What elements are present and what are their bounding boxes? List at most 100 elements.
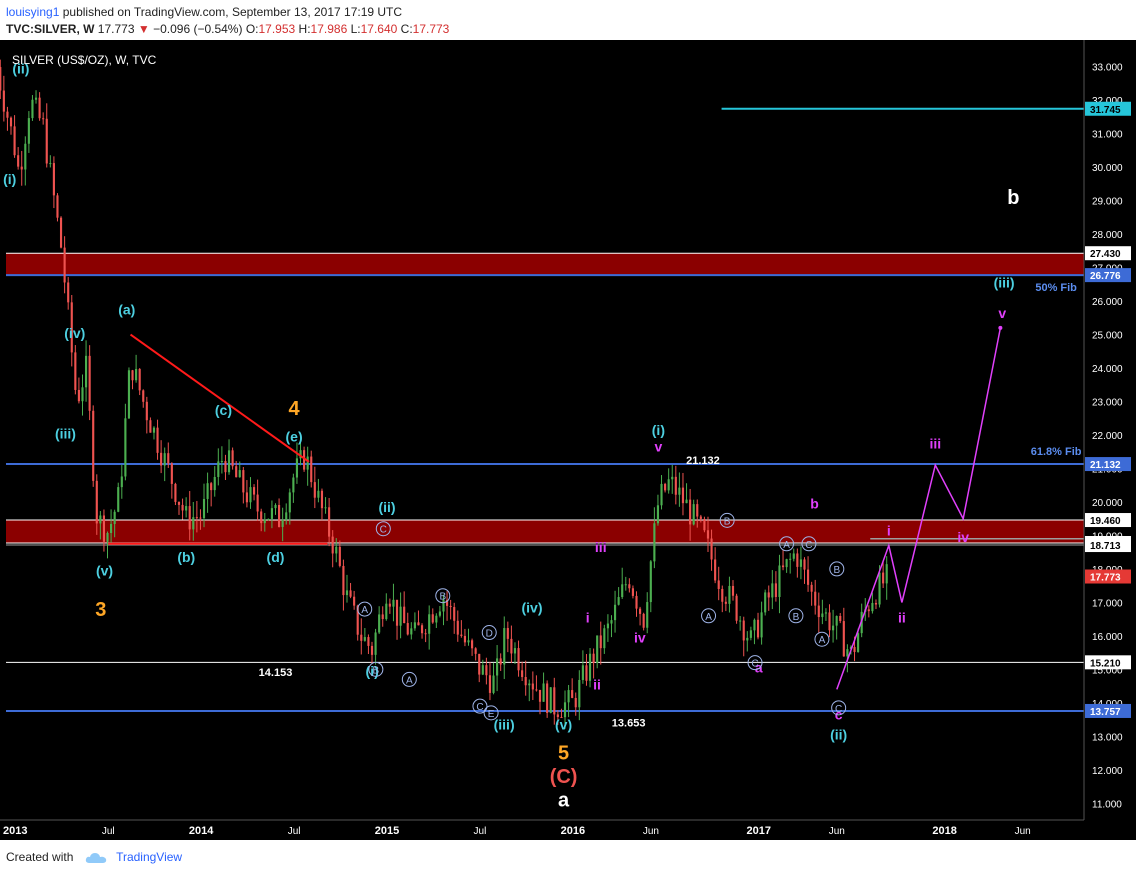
candle-body <box>789 558 792 560</box>
candle-body <box>110 523 113 534</box>
candle-body <box>385 603 388 620</box>
candle-body <box>678 487 681 495</box>
wave-label: (iv) <box>521 599 542 615</box>
candle-body <box>524 677 527 686</box>
candle-body <box>567 690 570 703</box>
candle-body <box>817 605 820 618</box>
candle-body <box>728 585 731 604</box>
wave-label: 5 <box>558 743 569 765</box>
projection-target-dot <box>998 325 1003 330</box>
time-axis[interactable]: 2013 Jul 2014 Jul 2015 Jul 2016 Jun 2017 Jun 2018 J… <box>0 819 1136 840</box>
candle-body <box>735 595 738 621</box>
candle-body <box>824 612 828 614</box>
wave-label: iii <box>595 539 607 555</box>
candle-body <box>24 143 27 170</box>
candle-body <box>260 511 263 524</box>
candle-body <box>613 604 617 621</box>
candle-body <box>492 675 495 693</box>
candle-body <box>781 565 785 568</box>
candle-body <box>235 466 238 478</box>
price-tick-label: 30.000 <box>1092 163 1123 174</box>
candle-body <box>131 370 134 381</box>
candle-body <box>338 546 341 566</box>
candle-body <box>367 637 370 646</box>
ohlc-line: TVC:SILVER, W 17.773 ▼ −0.096 (−0.54%) O… <box>6 22 449 36</box>
candle-body <box>45 118 48 164</box>
value-label: 14.153 <box>259 667 293 679</box>
price-axis[interactable]: 11.00012.00013.00014.00015.00016.00017.0… <box>1083 40 1136 820</box>
circle-wave-text: B <box>793 612 800 623</box>
candle-body <box>156 427 159 453</box>
candle-body <box>724 601 727 604</box>
candle-body <box>38 97 41 119</box>
wave-label: (ii) <box>830 727 847 743</box>
time-tick-label: Jun <box>829 826 845 837</box>
candle-body <box>581 665 584 680</box>
candle-body <box>796 553 799 567</box>
candle-body <box>767 592 770 598</box>
candle-body <box>310 456 313 483</box>
wave-label: (iii) <box>494 717 515 733</box>
price-tick-label: 25.000 <box>1092 331 1123 342</box>
candle-body <box>149 420 152 433</box>
circle-wave-text: B <box>373 665 380 676</box>
candle-body <box>571 690 574 698</box>
candle-body <box>499 658 502 665</box>
candle-body <box>503 628 506 665</box>
price-tag-label: 27.430 <box>1090 249 1121 260</box>
candle-body <box>295 458 299 478</box>
candle-body <box>846 649 849 657</box>
candle-body <box>145 401 148 421</box>
close-value: 17.773 <box>412 22 450 36</box>
candle-body <box>42 118 45 120</box>
candle-body <box>392 599 395 607</box>
wave-label: (a) <box>118 301 135 317</box>
candle-body <box>281 519 284 527</box>
candle-body <box>117 487 120 512</box>
candle-body <box>59 217 63 248</box>
circle-wave-text: A <box>705 612 712 623</box>
author-link[interactable]: louisying1 <box>6 5 59 19</box>
chart-header: louisying1 published on TradingView.com,… <box>0 0 1136 40</box>
candle-body <box>142 390 145 402</box>
candle-body <box>510 638 513 654</box>
candle-body <box>274 504 277 509</box>
tradingview-cloud-icon[interactable] <box>85 852 107 864</box>
candle-body <box>742 620 745 641</box>
time-tick-label: 2018 <box>932 825 956 837</box>
candle-body <box>181 504 184 511</box>
price-tick-label: 31.000 <box>1092 130 1123 141</box>
wave-label: (iv) <box>64 325 85 341</box>
candle-body <box>285 512 288 520</box>
wave-label: (v) <box>555 717 572 733</box>
circle-wave-text: B <box>439 592 446 603</box>
price-tick-label: 20.000 <box>1092 498 1123 509</box>
tradingview-link[interactable]: TradingView <box>116 850 182 864</box>
candle-body <box>88 355 91 411</box>
candle-body <box>463 635 467 643</box>
high-label: H: <box>298 22 311 36</box>
candle-body <box>617 597 620 605</box>
wave-label: 3 <box>95 599 106 621</box>
circle-wave-text: C <box>380 525 387 536</box>
price-tick-label: 11.000 <box>1092 799 1122 810</box>
wave-label: (iii) <box>55 425 76 441</box>
fib-note: 61.8% Fib <box>1031 446 1082 458</box>
candle-body <box>238 470 241 478</box>
wave-label: v <box>654 439 662 455</box>
candle-body <box>417 622 420 626</box>
candle-body <box>671 476 674 480</box>
candle-body <box>388 603 391 607</box>
wave-label: i <box>586 609 590 625</box>
candle-body <box>867 609 870 612</box>
value-label: 21.132 <box>686 455 720 467</box>
candle-body <box>599 635 602 649</box>
candle-body <box>363 637 366 641</box>
candle-body <box>642 613 645 628</box>
candle-body <box>81 387 84 402</box>
candle-body <box>231 450 234 467</box>
chart-canvas[interactable]: (ii) (i) (iv) (iii) (v) 3 (a) (b) (c) (d) (e) 4 (ii)… <box>0 40 1136 840</box>
candle-body <box>188 506 191 530</box>
price-chart[interactable]: (ii) (i) (iv) (iii) (v) 3 (a) (b) (c) (d) (e) 4 (ii)… <box>0 40 1136 840</box>
candle-body <box>74 352 77 390</box>
